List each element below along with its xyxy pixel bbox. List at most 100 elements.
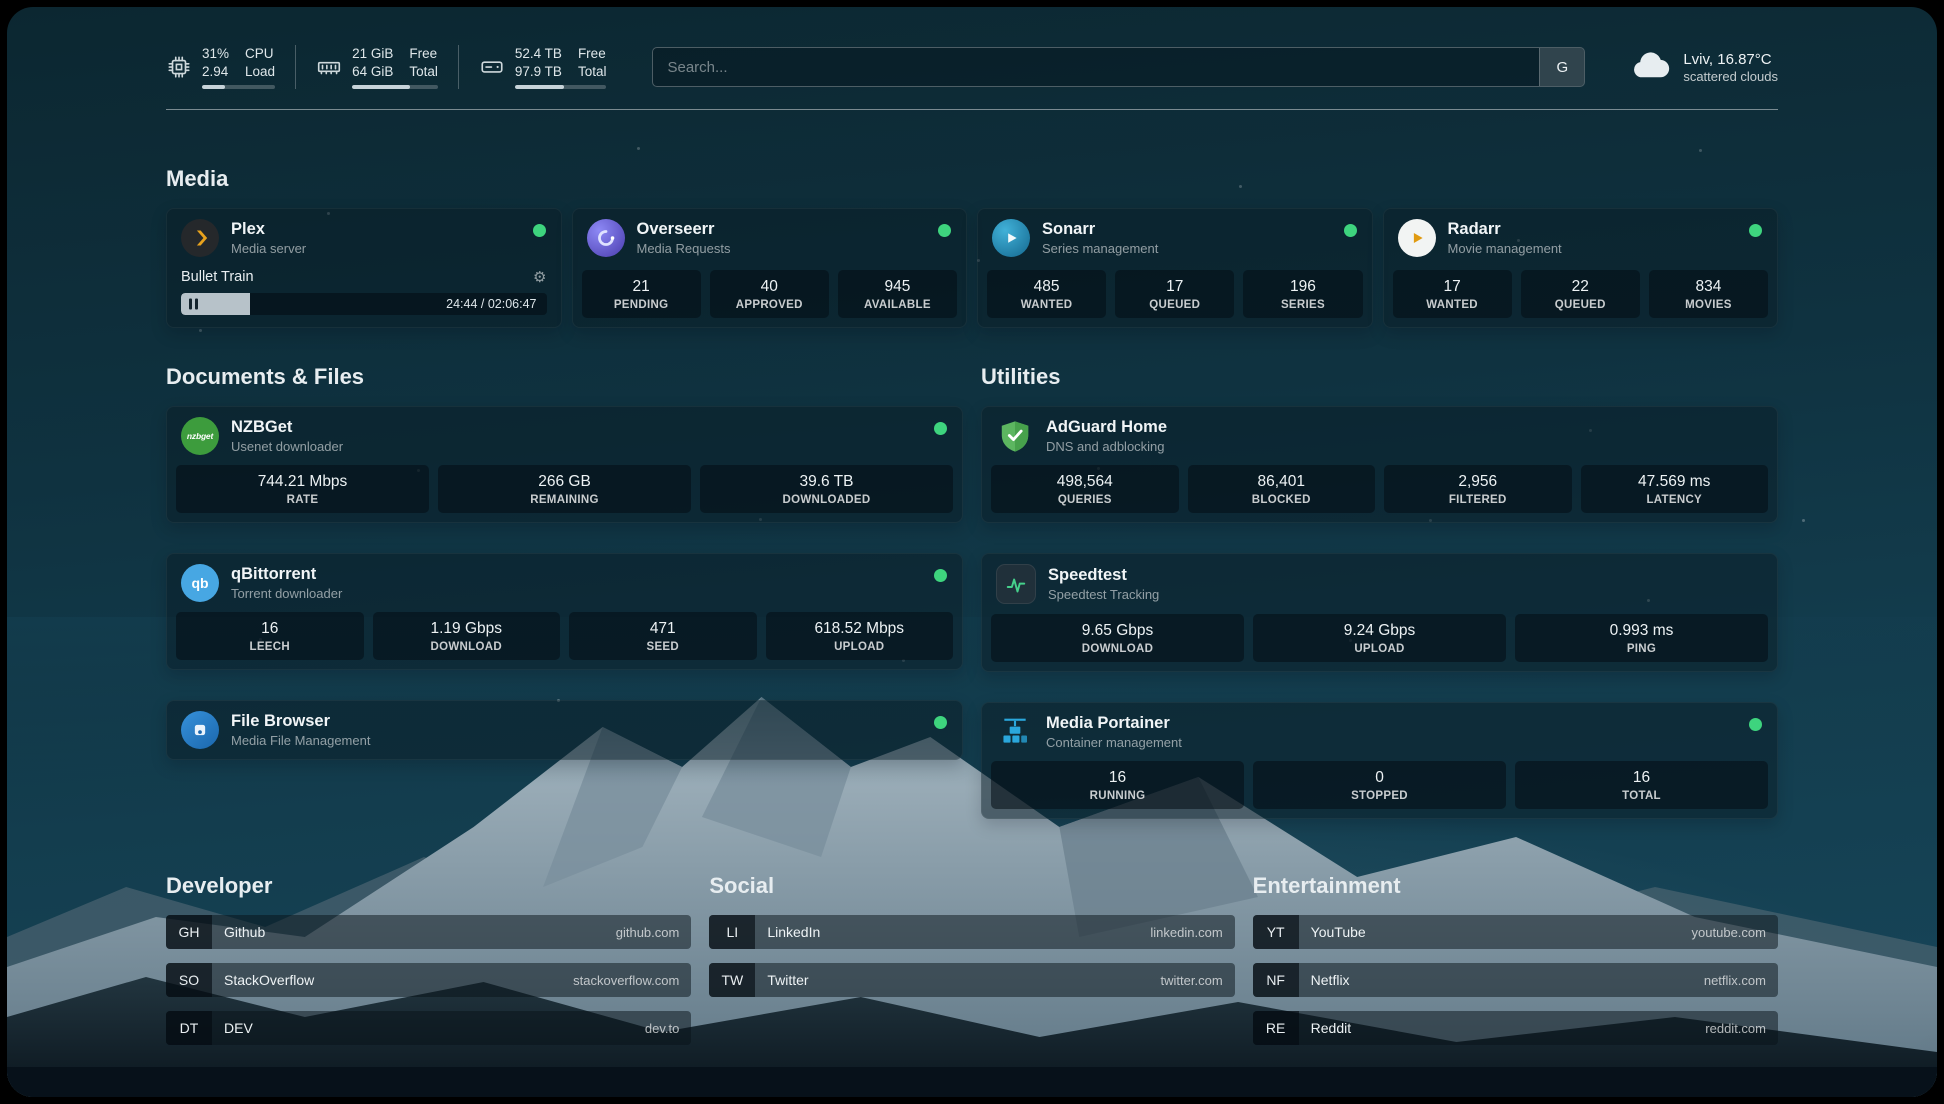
disk-free: 52.4 TB: [515, 45, 562, 63]
plex-icon: [181, 219, 219, 257]
bookmark-name: LinkedIn: [755, 915, 1150, 949]
bookmark-url: netflix.com: [1704, 963, 1778, 997]
stat-label: REMAINING: [442, 494, 687, 506]
bookmark-abbr: SO: [166, 963, 212, 997]
memory-progress-bar: [352, 85, 438, 89]
weather-location: Lviv, 16.87°C: [1683, 51, 1778, 68]
service-link-filebrowser[interactable]: File Browser Media File Management: [167, 701, 962, 759]
status-online-dot: [1749, 718, 1762, 731]
stat-ping: 0.993 ms PING: [1515, 614, 1768, 662]
stat-label: PING: [1519, 643, 1764, 655]
bookmark-abbr: RE: [1253, 1011, 1299, 1045]
service-name: Radarr: [1448, 219, 1562, 240]
search-input[interactable]: [653, 48, 1539, 86]
stat-value: 9.24 Gbps: [1257, 622, 1502, 640]
documents-column: Documents & Files nzbget NZBGet Usenet d…: [166, 364, 963, 760]
stat-label: LEECH: [180, 641, 360, 653]
stat-label: QUEUED: [1525, 299, 1636, 311]
dashboard-frame: 31% 2.94 CPU Load: [7, 7, 1937, 1097]
stat-value: 0: [1257, 769, 1502, 787]
stat-value: 21: [586, 278, 697, 296]
service-link-overseerr[interactable]: Overseerr Media Requests: [573, 209, 967, 267]
service-subtitle: Media File Management: [231, 733, 370, 749]
service-name: NZBGet: [231, 417, 343, 438]
bookmark-name: Twitter: [755, 963, 1160, 997]
bookmark-url: youtube.com: [1692, 915, 1778, 949]
bookmark-youtube[interactable]: YT YouTube youtube.com: [1253, 915, 1778, 949]
service-link-adguard[interactable]: AdGuard Home DNS and adblocking: [982, 407, 1777, 465]
utilities-column: Utilities AdGuard Home DNS and adblockin…: [981, 364, 1778, 819]
service-link-sonarr[interactable]: Sonarr Series management: [978, 209, 1372, 267]
nzbget-stats: 744.21 Mbps RATE 266 GB REMAINING 39.6 T…: [167, 465, 962, 522]
stat-label: FILTERED: [1388, 494, 1568, 506]
service-card-portainer: Media Portainer Container management 16 …: [981, 702, 1778, 819]
service-name: Overseerr: [637, 219, 731, 240]
bookmark-github[interactable]: GH Github github.com: [166, 915, 691, 949]
bookmark-reddit[interactable]: RE Reddit reddit.com: [1253, 1011, 1778, 1045]
bookmark-dev[interactable]: DT DEV dev.to: [166, 1011, 691, 1045]
status-online-dot: [934, 422, 947, 435]
pause-icon[interactable]: [189, 299, 198, 310]
bookmark-abbr: NF: [1253, 963, 1299, 997]
stat-remaining: 266 GB REMAINING: [438, 465, 691, 513]
bookmark-abbr: YT: [1253, 915, 1299, 949]
memory-widget: 21 GiB 64 GiB Free Total: [295, 45, 438, 89]
stat-rate: 744.21 Mbps RATE: [176, 465, 429, 513]
stat-label: BLOCKED: [1192, 494, 1372, 506]
cpu-label: CPU: [245, 45, 275, 63]
service-card-radarr: Radarr Movie management 17 WANTED 22 QUE…: [1383, 208, 1779, 328]
bookmark-name: Reddit: [1299, 1011, 1706, 1045]
bookmark-linkedin[interactable]: LI LinkedIn linkedin.com: [709, 915, 1234, 949]
stat-queued: 22 QUEUED: [1521, 270, 1640, 318]
service-card-adguard: AdGuard Home DNS and adblocking 498,564 …: [981, 406, 1778, 523]
bookmarks-social: Social LI LinkedIn linkedin.com TW Twitt…: [709, 873, 1234, 1059]
status-online-dot: [1749, 224, 1762, 237]
stat-running: 16 RUNNING: [991, 761, 1244, 809]
service-name: Speedtest: [1048, 565, 1159, 586]
bookmark-abbr: LI: [709, 915, 755, 949]
qbittorrent-icon: qb: [181, 564, 219, 602]
weather-condition: scattered clouds: [1683, 69, 1778, 84]
bookmark-name: DEV: [212, 1011, 645, 1045]
service-link-qbittorrent[interactable]: qb qBittorrent Torrent downloader: [167, 554, 962, 612]
service-subtitle: Series management: [1042, 241, 1158, 257]
service-link-portainer[interactable]: Media Portainer Container management: [982, 703, 1777, 761]
bookmark-stackoverflow[interactable]: SO StackOverflow stackoverflow.com: [166, 963, 691, 997]
disk-free-label: Free: [578, 45, 607, 63]
status-online-dot: [1344, 224, 1357, 237]
filebrowser-icon: [181, 711, 219, 749]
stat-value: 17: [1119, 278, 1230, 296]
service-link-radarr[interactable]: Radarr Movie management: [1384, 209, 1778, 267]
stat-download: 9.65 Gbps DOWNLOAD: [991, 614, 1244, 662]
service-subtitle: Speedtest Tracking: [1048, 587, 1159, 603]
search-provider-button[interactable]: G: [1539, 48, 1584, 86]
disk-widget: 52.4 TB 97.9 TB Free Total: [458, 45, 607, 89]
stat-label: PENDING: [586, 299, 697, 311]
memory-free-label: Free: [409, 45, 438, 63]
status-online-dot: [934, 569, 947, 582]
service-link-nzbget[interactable]: nzbget NZBGet Usenet downloader: [167, 407, 962, 465]
plex-progress-bar: 24:44 / 02:06:47: [181, 293, 547, 315]
gear-icon[interactable]: ⚙: [533, 270, 546, 285]
stat-total: 16 TOTAL: [1515, 761, 1768, 809]
stat-label: QUERIES: [995, 494, 1175, 506]
stat-label: DOWNLOADED: [704, 494, 949, 506]
stat-wanted: 17 WANTED: [1393, 270, 1512, 318]
stat-queries: 498,564 QUERIES: [991, 465, 1179, 513]
memory-total-label: Total: [409, 63, 438, 81]
adguard-stats: 498,564 QUERIES 86,401 BLOCKED 2,956 FIL…: [982, 465, 1777, 522]
service-link-plex[interactable]: Plex Media server: [167, 209, 561, 267]
stat-label: TOTAL: [1519, 790, 1764, 802]
bookmark-name: StackOverflow: [212, 963, 573, 997]
bookmark-twitter[interactable]: TW Twitter twitter.com: [709, 963, 1234, 997]
stat-value: 1.19 Gbps: [377, 620, 557, 638]
bookmark-netflix[interactable]: NF Netflix netflix.com: [1253, 963, 1778, 997]
stat-series: 196 SERIES: [1243, 270, 1362, 318]
service-card-qbittorrent: qb qBittorrent Torrent downloader 16 LEE…: [166, 553, 963, 670]
bookmark-abbr: DT: [166, 1011, 212, 1045]
memory-progress-fill: [352, 85, 409, 89]
stat-label: SERIES: [1247, 299, 1358, 311]
stat-downloaded: 39.6 TB DOWNLOADED: [700, 465, 953, 513]
service-link-speedtest[interactable]: Speedtest Speedtest Tracking: [982, 554, 1777, 614]
service-name: Plex: [231, 219, 306, 240]
